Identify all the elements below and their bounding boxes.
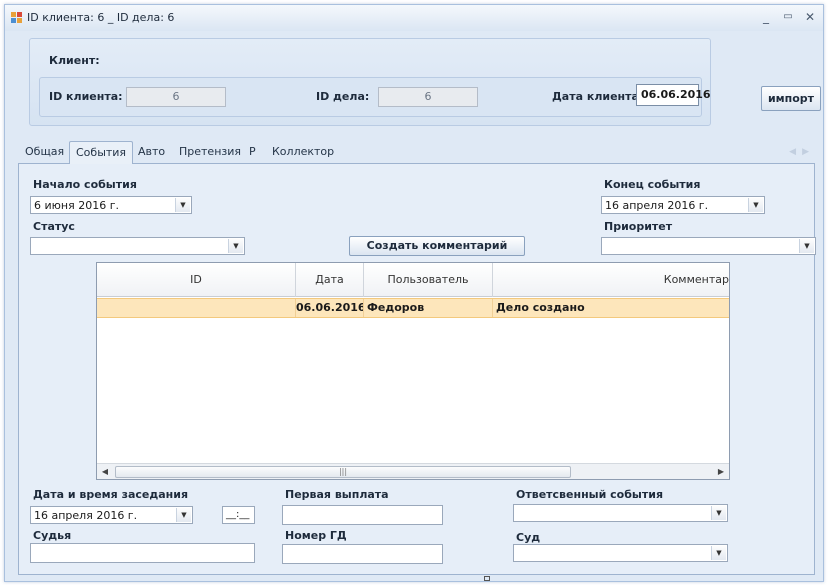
close-button[interactable]: ✕ [801, 9, 819, 25]
create-comment-button[interactable]: Создать комментарий [349, 236, 525, 256]
session-datetime-label: Дата и время заседания [33, 488, 189, 501]
chevron-down-icon[interactable]: ▼ [711, 546, 726, 560]
scroll-thumb[interactable]: ||| [115, 466, 571, 478]
judge-label: Судья [33, 529, 72, 542]
import-button[interactable]: импорт [761, 86, 821, 111]
priority-select[interactable]: ▼ [601, 237, 816, 255]
event-end-label: Конец события [604, 178, 701, 191]
chevron-down-icon[interactable]: ▼ [748, 198, 763, 212]
app-icon [11, 12, 23, 24]
id-case-field: 6 [378, 87, 478, 107]
title-bar[interactable]: ID клиента: 6 _ ID дела: 6 _ ▭ ✕ [5, 5, 823, 31]
tab-events[interactable]: События [69, 141, 134, 164]
first-payment-label: Первая выплата [285, 488, 389, 501]
table-row[interactable]: 06.06.2016 Федоров Дело создано [97, 298, 729, 318]
chevron-down-icon[interactable]: ▼ [799, 239, 814, 253]
column-header-comment[interactable]: Комментар [493, 263, 729, 297]
minimize-button[interactable]: _ [757, 9, 775, 25]
tab-auto[interactable]: Авто [138, 145, 165, 158]
column-header-date[interactable]: Дата [296, 263, 364, 297]
client-details-panel: ID клиента: 6 ID дела: 6 Дата клиента: 0… [39, 77, 711, 117]
session-date-picker[interactable]: 16 апреля 2016 г. ▼ [30, 506, 193, 524]
tab-general[interactable]: Общая [25, 145, 64, 158]
case-number-field[interactable] [282, 544, 443, 564]
chevron-down-icon[interactable]: ▼ [175, 198, 190, 212]
id-client-label: ID клиента: [49, 90, 123, 103]
responsible-select[interactable]: ▼ [513, 504, 728, 522]
priority-label: Приоритет [604, 220, 673, 233]
main-window: ID клиента: 6 _ ID дела: 6 _ ▭ ✕ Клиент:… [4, 4, 824, 582]
scroll-left-icon[interactable]: ◀ [97, 464, 113, 479]
chevron-down-icon[interactable]: ▼ [228, 239, 243, 253]
column-header-user[interactable]: Пользователь [364, 263, 493, 297]
client-group: Клиент: ID клиента: 6 ID дела: 6 Дата кл… [29, 38, 711, 126]
first-payment-field[interactable] [282, 505, 443, 525]
resize-grip-icon[interactable] [484, 576, 490, 581]
judge-field[interactable] [30, 543, 255, 563]
id-case-label: ID дела: [316, 90, 370, 103]
court-label: Суд [516, 531, 541, 544]
event-start-date-picker[interactable]: 6 июня 2016 г. ▼ [30, 196, 192, 214]
event-end-date-picker[interactable]: 16 апреля 2016 г. ▼ [601, 196, 765, 214]
session-time-field[interactable]: __:__ [222, 506, 255, 524]
client-date-field[interactable]: 06.06.2016 [636, 84, 711, 106]
case-number-label: Номер ГД [285, 529, 347, 542]
status-select[interactable]: ▼ [30, 237, 245, 255]
session-date-value: 16 апреля 2016 г. [34, 509, 138, 522]
cell-comment: Дело создано [496, 301, 585, 314]
tab-collector[interactable]: Коллектор [272, 145, 334, 158]
event-end-value: 16 апреля 2016 г. [605, 199, 709, 212]
court-select[interactable]: ▼ [513, 544, 728, 562]
client-date-label: Дата клиента: [552, 90, 644, 103]
cell-id [97, 299, 296, 317]
event-start-label: Начало события [33, 178, 137, 191]
window-title: ID клиента: 6 _ ID дела: 6 [27, 11, 175, 24]
chevron-down-icon[interactable]: ▼ [711, 506, 726, 520]
chevron-down-icon[interactable]: ▼ [176, 508, 191, 522]
client-group-label: Клиент: [49, 54, 100, 67]
tab-scroll-arrows[interactable]: ◀▶ [789, 147, 815, 157]
events-grid: ID Дата Пользователь Комментар 06.06.201… [96, 262, 730, 480]
grid-horizontal-scrollbar[interactable]: ◀ ||| ▶ [97, 463, 729, 479]
status-label: Статус [33, 220, 75, 233]
cell-date: 06.06.2016 [296, 299, 364, 317]
cell-user: Федоров [367, 299, 493, 317]
grid-header: ID Дата Пользователь Комментар [97, 263, 729, 297]
tab-r[interactable]: Р [249, 145, 256, 158]
events-tab-panel: Начало события 6 июня 2016 г. ▼ Конец со… [18, 163, 816, 575]
tab-claim[interactable]: Претензия [179, 145, 241, 158]
responsible-label: Ответсвенный события [516, 488, 664, 501]
maximize-button[interactable]: ▭ [779, 9, 797, 25]
event-start-value: 6 июня 2016 г. [34, 199, 119, 212]
id-client-field: 6 [126, 87, 226, 107]
column-header-id[interactable]: ID [97, 263, 296, 297]
scroll-right-icon[interactable]: ▶ [713, 464, 729, 479]
